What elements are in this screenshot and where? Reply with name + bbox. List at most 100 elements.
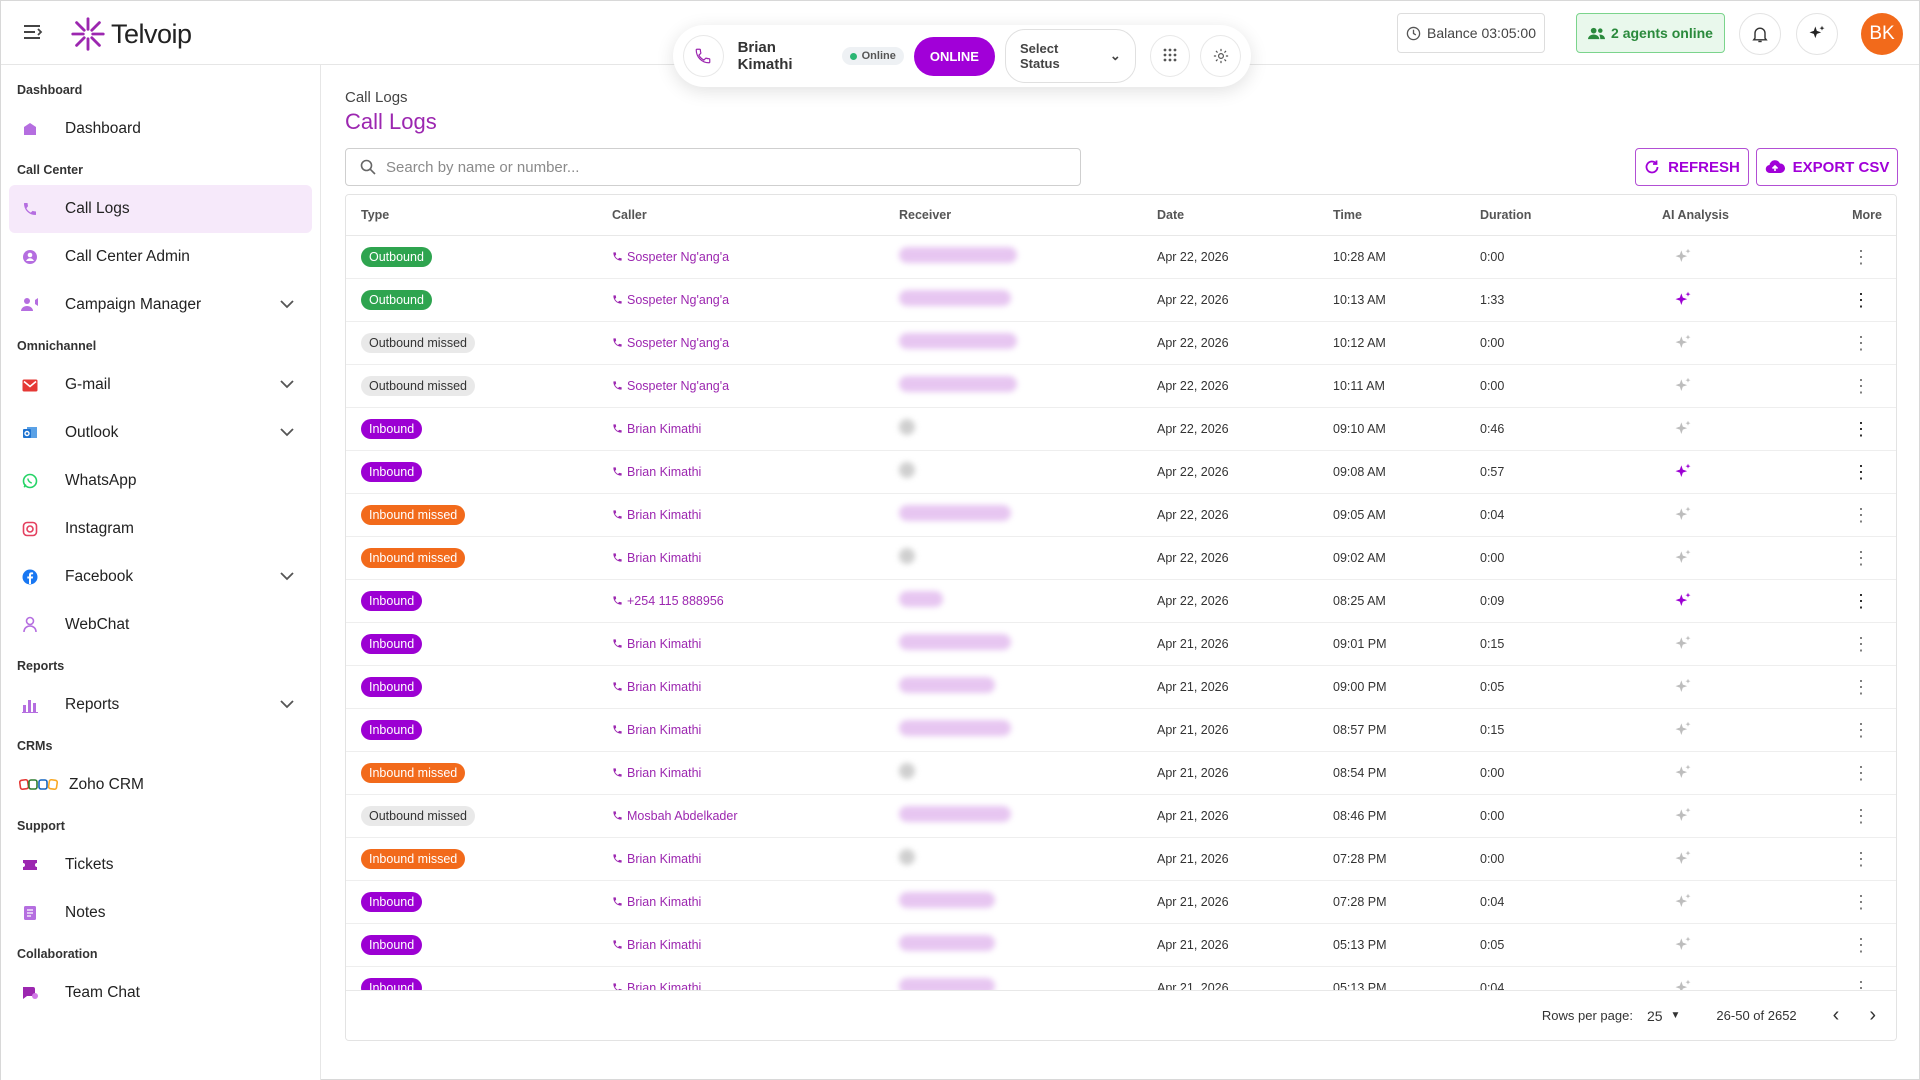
table-row[interactable]: Outbound Sospeter Ng'ang'a Apr 22, 2026 … xyxy=(346,235,1896,279)
dial-phone-button[interactable] xyxy=(683,35,724,77)
notifications-button[interactable] xyxy=(1739,13,1781,55)
caller-link[interactable]: Brian Kimathi xyxy=(612,938,899,952)
more-actions-icon[interactable]: ⋮ xyxy=(1790,708,1896,752)
table-row[interactable]: Outbound missed Sospeter Ng'ang'a Apr 22… xyxy=(346,364,1896,408)
menu-toggle-icon[interactable] xyxy=(21,21,45,45)
more-actions-icon[interactable]: ⋮ xyxy=(1790,794,1896,838)
ai-assistant-button[interactable] xyxy=(1796,13,1838,55)
sidebar-item-notes[interactable]: Notes xyxy=(9,889,312,937)
sidebar-item-dashboard[interactable]: Dashboard xyxy=(9,105,312,153)
chevron-down-icon[interactable] xyxy=(280,376,294,392)
column-header-more[interactable]: More xyxy=(1790,195,1896,236)
next-page-button[interactable]: › xyxy=(1869,1004,1876,1027)
sidebar-item-instagram[interactable]: Instagram xyxy=(9,505,312,553)
search-input[interactable] xyxy=(386,158,1036,176)
table-row[interactable]: Inbound Brian Kimathi Apr 21, 2026 08:57… xyxy=(346,708,1896,752)
export-csv-button[interactable]: EXPORT CSV xyxy=(1756,148,1898,186)
chevron-down-icon[interactable] xyxy=(280,568,294,584)
sidebar-item-facebook[interactable]: Facebook xyxy=(9,553,312,601)
chevron-down-icon[interactable] xyxy=(280,424,294,440)
sidebar-item-tickets[interactable]: Tickets xyxy=(9,841,312,889)
table-row[interactable]: Inbound missed Brian Kimathi Apr 21, 202… xyxy=(346,751,1896,795)
table-row[interactable]: Inbound missed Brian Kimathi Apr 21, 202… xyxy=(346,837,1896,881)
more-actions-icon[interactable]: ⋮ xyxy=(1790,321,1896,365)
sidebar-item-webchat[interactable]: WebChat xyxy=(9,601,312,649)
chevron-down-icon[interactable] xyxy=(280,696,294,712)
column-header-date[interactable]: Date xyxy=(1157,195,1333,236)
table-row[interactable]: Inbound Brian Kimathi Apr 21, 2026 09:00… xyxy=(346,665,1896,709)
caller-link[interactable]: Sospeter Ng'ang'a xyxy=(612,379,899,393)
more-actions-icon[interactable]: ⋮ xyxy=(1790,450,1896,494)
more-actions-icon[interactable]: ⋮ xyxy=(1790,579,1896,623)
table-row[interactable]: Inbound Brian Kimathi Apr 22, 2026 09:10… xyxy=(346,407,1896,451)
column-header-receiver[interactable]: Receiver xyxy=(899,195,1157,236)
table-row[interactable]: Inbound Brian Kimathi Apr 21, 2026 09:01… xyxy=(346,622,1896,666)
caller-link[interactable]: Sospeter Ng'ang'a xyxy=(612,293,899,307)
caller-link[interactable]: Brian Kimathi xyxy=(612,852,899,866)
caller-link[interactable]: Brian Kimathi xyxy=(612,508,899,522)
sidebar-item-g-mail[interactable]: G-mail xyxy=(9,361,312,409)
more-actions-icon[interactable]: ⋮ xyxy=(1790,665,1896,709)
avatar[interactable]: BK xyxy=(1861,13,1903,55)
table-row[interactable]: Outbound Sospeter Ng'ang'a Apr 22, 2026 … xyxy=(346,278,1896,322)
more-actions-icon[interactable]: ⋮ xyxy=(1790,622,1896,666)
table-row[interactable]: Inbound Brian Kimathi Apr 21, 2026 05:13… xyxy=(346,923,1896,967)
sidebar-item-outlook[interactable]: Outlook xyxy=(9,409,312,457)
more-actions-icon[interactable]: ⋮ xyxy=(1790,278,1896,322)
caller-link[interactable]: Brian Kimathi xyxy=(612,637,899,651)
column-header-caller[interactable]: Caller xyxy=(612,195,899,236)
table-row[interactable]: Outbound missed Sospeter Ng'ang'a Apr 22… xyxy=(346,321,1896,365)
more-actions-icon[interactable]: ⋮ xyxy=(1790,751,1896,795)
column-header-duration[interactable]: Duration xyxy=(1480,195,1659,236)
breadcrumb[interactable]: Call Logs xyxy=(345,89,408,106)
caller-link[interactable]: +254 115 888956 xyxy=(612,594,899,608)
more-actions-icon[interactable]: ⋮ xyxy=(1790,880,1896,924)
column-header-type[interactable]: Type xyxy=(346,195,612,236)
table-row[interactable]: Inbound missed Brian Kimathi Apr 22, 202… xyxy=(346,493,1896,537)
sidebar-item-call-logs[interactable]: Call Logs xyxy=(9,185,312,233)
caller-link[interactable]: Brian Kimathi xyxy=(612,723,899,737)
table-row[interactable]: Inbound +254 115 888956 Apr 22, 2026 08:… xyxy=(346,579,1896,623)
caller-link[interactable]: Brian Kimathi xyxy=(612,422,899,436)
caller-link[interactable]: Brian Kimathi xyxy=(612,680,899,694)
sidebar-item-whatsapp[interactable]: WhatsApp xyxy=(9,457,312,505)
search-field[interactable] xyxy=(345,148,1081,186)
sidebar-item-zoho-crm[interactable]: Zoho CRM xyxy=(9,761,312,809)
more-actions-icon[interactable]: ⋮ xyxy=(1790,923,1896,967)
table-row[interactable]: Inbound missed Brian Kimathi Apr 22, 202… xyxy=(346,536,1896,580)
caller-link[interactable]: Sospeter Ng'ang'a xyxy=(612,250,899,264)
caller-link[interactable]: Brian Kimathi xyxy=(612,766,899,780)
status-select[interactable]: Select Status ⌄ xyxy=(1004,29,1136,83)
call-settings-button[interactable] xyxy=(1200,35,1241,77)
column-header-ai-analysis[interactable]: AI Analysis xyxy=(1659,195,1790,236)
more-actions-icon[interactable]: ⋮ xyxy=(1790,235,1896,279)
brand-logo[interactable]: Telvoip xyxy=(69,15,192,53)
caller-link[interactable]: Sospeter Ng'ang'a xyxy=(612,336,899,350)
more-actions-icon[interactable]: ⋮ xyxy=(1790,407,1896,451)
sidebar-item-call-center-admin[interactable]: Call Center Admin xyxy=(9,233,312,281)
previous-page-button[interactable]: ‹ xyxy=(1833,1004,1840,1027)
ai-analysis-sparkle-icon[interactable] xyxy=(1659,290,1790,310)
sidebar-item-team-chat[interactable]: Team Chat xyxy=(9,969,312,1017)
caller-link[interactable]: Brian Kimathi xyxy=(612,465,899,479)
caller-link[interactable]: Mosbah Abdelkader xyxy=(612,809,899,823)
table-row[interactable]: Inbound Brian Kimathi Apr 21, 2026 07:28… xyxy=(346,880,1896,924)
dialpad-button[interactable] xyxy=(1149,35,1191,77)
caller-link[interactable]: Brian Kimathi xyxy=(612,895,899,909)
column-header-time[interactable]: Time xyxy=(1333,195,1480,236)
rows-per-page-select[interactable]: 25 ▼ xyxy=(1647,1008,1680,1024)
chevron-down-icon[interactable] xyxy=(280,296,294,312)
table-row[interactable]: Outbound missed Mosbah Abdelkader Apr 21… xyxy=(346,794,1896,838)
caller-link[interactable]: Brian Kimathi xyxy=(612,551,899,565)
ai-analysis-sparkle-icon[interactable] xyxy=(1659,591,1790,611)
sidebar-item-campaign-manager[interactable]: Campaign Manager xyxy=(9,281,312,329)
more-actions-icon[interactable]: ⋮ xyxy=(1790,364,1896,408)
online-toggle-button[interactable]: ONLINE xyxy=(913,36,995,76)
ai-analysis-sparkle-icon[interactable] xyxy=(1659,462,1790,482)
sidebar-item-reports[interactable]: Reports xyxy=(9,681,312,729)
more-actions-icon[interactable]: ⋮ xyxy=(1790,837,1896,881)
agents-online-button[interactable]: 2 agents online xyxy=(1576,13,1725,53)
refresh-button[interactable]: REFRESH xyxy=(1635,148,1749,186)
table-row[interactable]: Inbound Brian Kimathi Apr 22, 2026 09:08… xyxy=(346,450,1896,494)
more-actions-icon[interactable]: ⋮ xyxy=(1790,536,1896,580)
